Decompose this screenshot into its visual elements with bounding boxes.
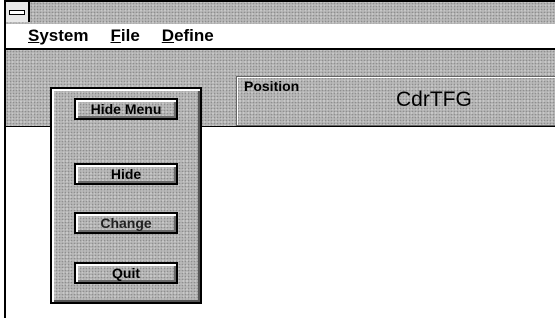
menu-file[interactable]: File [110,26,139,46]
menu-file-label: ile [120,26,140,45]
title-bar[interactable] [6,2,555,26]
hide-menu-button[interactable]: Hide Menu [74,98,178,120]
menu-define[interactable]: Define [162,26,214,46]
app-window: System File Define Position CdrTFG Hide … [4,0,555,318]
control-panel: Hide Menu Hide Change Quit [50,87,202,304]
position-label: Position [244,78,300,94]
menu-bar: System File Define [6,24,555,50]
menu-file-mnemonic: F [110,26,121,45]
quit-button[interactable]: Quit [74,262,178,284]
position-value: CdrTFG [396,88,472,111]
change-button[interactable]: Change [74,212,178,234]
system-menu-box[interactable] [6,2,30,22]
menu-system[interactable]: System [28,26,88,46]
system-menu-icon [9,10,25,15]
hide-button[interactable]: Hide [74,163,178,185]
menu-system-label: ystem [39,26,89,45]
menu-system-mnemonic: S [28,26,40,45]
menu-define-label: efine [174,26,214,45]
menu-define-mnemonic: D [161,26,175,45]
